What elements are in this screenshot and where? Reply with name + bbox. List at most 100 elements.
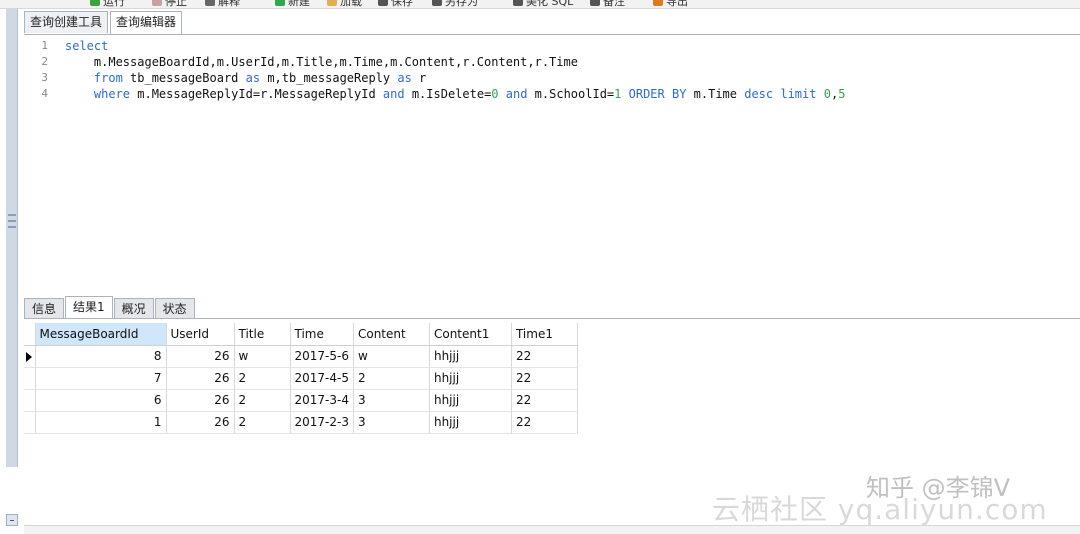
table-cell[interactable]: hhjjj xyxy=(429,367,512,390)
table-cell[interactable]: hhjjj xyxy=(429,411,512,434)
toolbar-button[interactable]: 新建 xyxy=(275,0,310,8)
sql-text: tb_messageBoard xyxy=(122,71,246,85)
column-header[interactable]: UserId xyxy=(166,323,235,346)
toolbar-button[interactable]: 运行 xyxy=(90,0,125,8)
toolbar-button[interactable]: 导出 xyxy=(653,0,688,8)
table-cell[interactable]: hhjjj xyxy=(429,345,512,368)
table-cell[interactable]: 26 xyxy=(166,367,235,390)
table-row[interactable]: 6 26 2 2017-3-4 3 hhjjj 22 xyxy=(24,389,578,412)
table-cell[interactable]: 2 xyxy=(234,389,291,412)
tab-status[interactable]: 状态 xyxy=(154,298,195,319)
table-cell[interactable]: 2017-2-3 xyxy=(290,411,354,434)
column-header[interactable]: Content1 xyxy=(429,323,512,346)
table-cell[interactable]: 22 xyxy=(511,345,578,368)
toolbar-label: 新建 xyxy=(288,0,310,8)
sql-text: m.MessageBoardId,m.UserId,m.Title,m.Time… xyxy=(65,55,578,69)
toolbar-button[interactable]: 加载 xyxy=(327,0,362,8)
sql-keyword: as xyxy=(397,71,412,85)
tab-result1[interactable]: 结果1 xyxy=(65,296,113,319)
table-row[interactable]: 7 26 2 2017-4-5 2 hhjjj 22 xyxy=(24,367,578,390)
toolbar-button[interactable]: 美化 SQL xyxy=(513,0,573,8)
table-cell[interactable]: hhjjj xyxy=(429,389,512,412)
row-indicator[interactable] xyxy=(24,367,36,390)
table-cell[interactable]: 26 xyxy=(166,411,235,434)
toolbar: 运行 停止 解释 新建 加载 保存 另存为 美化 SQL 备注 导出 xyxy=(0,0,1080,9)
table-cell[interactable]: 26 xyxy=(166,389,235,412)
toolbar-label: 停止 xyxy=(165,0,187,8)
table-cell[interactable]: 1 xyxy=(35,411,167,434)
table-cell[interactable]: w xyxy=(353,345,430,368)
result-grid[interactable]: MessageBoardId UserId Title Time Content… xyxy=(24,323,578,434)
sql-editor[interactable]: 1 select 2 m.MessageBoardId,m.UserId,m.Tit… xyxy=(24,38,1080,292)
folder-icon xyxy=(327,0,337,6)
table-cell[interactable]: 2 xyxy=(234,411,291,434)
line-number: 3 xyxy=(41,71,48,84)
splitter-grip-icon[interactable] xyxy=(8,214,16,228)
row-indicator-header xyxy=(24,323,36,346)
toolbar-label: 另存为 xyxy=(445,0,478,8)
table-cell[interactable]: 22 xyxy=(511,367,578,390)
table-cell[interactable]: 6 xyxy=(35,389,167,412)
current-row-arrow-icon xyxy=(26,351,32,362)
table-cell[interactable]: 2017-5-6 xyxy=(290,345,354,368)
code-text: m.MessageBoardId,m.UserId,m.Title,m.Time… xyxy=(65,54,578,70)
stop-icon xyxy=(152,0,162,6)
sql-tool-window: 运行 停止 解释 新建 加载 保存 另存为 美化 SQL 备注 导出 查询创建工具 查询编辑器 1… xyxy=(0,0,1080,534)
tab-query-editor[interactable]: 查询编辑器 xyxy=(110,11,183,35)
toolbar-button[interactable]: 停止 xyxy=(152,0,187,8)
column-header[interactable]: Title xyxy=(234,323,291,346)
column-header[interactable]: Time1 xyxy=(511,323,578,346)
left-splitter[interactable] xyxy=(6,9,18,467)
table-cell[interactable]: 3 xyxy=(353,411,430,434)
table-cell[interactable]: 2017-4-5 xyxy=(290,367,354,390)
sql-keyword: ORDER BY xyxy=(628,87,687,101)
table-cell[interactable]: 2 xyxy=(234,367,291,390)
row-indicator[interactable] xyxy=(24,345,36,368)
column-header[interactable]: Content xyxy=(353,323,430,346)
table-row[interactable]: 1 26 2 2017-2-3 3 hhjjj 22 xyxy=(24,411,578,434)
code-line[interactable]: 1 select xyxy=(24,38,1080,54)
sql-keyword: where xyxy=(93,87,131,101)
table-cell[interactable]: 8 xyxy=(35,345,167,368)
table-row[interactable]: 8 26 w 2017-5-6 w hhjjj 22 xyxy=(24,345,578,368)
table-cell[interactable]: 2 xyxy=(353,367,430,390)
tab-query-builder[interactable]: 查询创建工具 xyxy=(24,11,109,33)
yunqi-watermark: 云栖社区 yq.aliyun.com xyxy=(712,493,1048,526)
note-icon xyxy=(590,0,600,6)
toolbar-label: 运行 xyxy=(103,0,125,8)
code-line[interactable]: 4 where m.MessageReplyId=r.MessageReplyI… xyxy=(24,86,1080,102)
sql-keyword: and xyxy=(505,87,528,101)
tab-info[interactable]: 信息 xyxy=(24,298,65,319)
new-icon xyxy=(275,0,285,6)
sql-text: m,tb_messageReply xyxy=(260,71,398,85)
code-line[interactable]: 2 m.MessageBoardId,m.UserId,m.Title,m.Ti… xyxy=(24,54,1080,70)
table-cell[interactable]: 3 xyxy=(353,389,430,412)
editor-tabs: 查询创建工具 查询编辑器 xyxy=(24,11,184,35)
table-cell[interactable]: 26 xyxy=(166,345,235,368)
sql-keyword: from xyxy=(93,71,123,85)
toolbar-button[interactable]: 另存为 xyxy=(432,0,478,8)
toolbar-button[interactable]: 解释 xyxy=(205,0,240,8)
toolbar-label: 美化 SQL xyxy=(526,0,574,8)
play-icon xyxy=(90,0,100,6)
column-header[interactable]: MessageBoardId xyxy=(35,323,167,346)
tab-profile[interactable]: 概况 xyxy=(113,298,154,319)
toolbar-button[interactable]: 保存 xyxy=(378,0,413,8)
sql-text: m.MessageReplyId=r.MessageReplyId xyxy=(130,87,383,101)
sql-text: r xyxy=(411,71,427,85)
tabs-divider xyxy=(24,34,1080,35)
table-cell[interactable]: 22 xyxy=(511,389,578,412)
result-tabs-divider xyxy=(24,318,1080,319)
table-cell[interactable]: w xyxy=(234,345,291,368)
sql-keyword: and xyxy=(382,87,405,101)
row-indicator[interactable] xyxy=(24,411,36,434)
toolbar-button[interactable]: 备注 xyxy=(590,0,625,8)
table-cell[interactable]: 2017-3-4 xyxy=(290,389,354,412)
table-cell[interactable]: 7 xyxy=(35,367,167,390)
table-cell[interactable]: 22 xyxy=(511,411,578,434)
collapse-icon[interactable] xyxy=(6,514,18,526)
code-line[interactable]: 3 from tb_messageBoard as m,tb_messageRe… xyxy=(24,70,1080,86)
column-header[interactable]: Time xyxy=(290,323,354,346)
row-indicator[interactable] xyxy=(24,389,36,412)
